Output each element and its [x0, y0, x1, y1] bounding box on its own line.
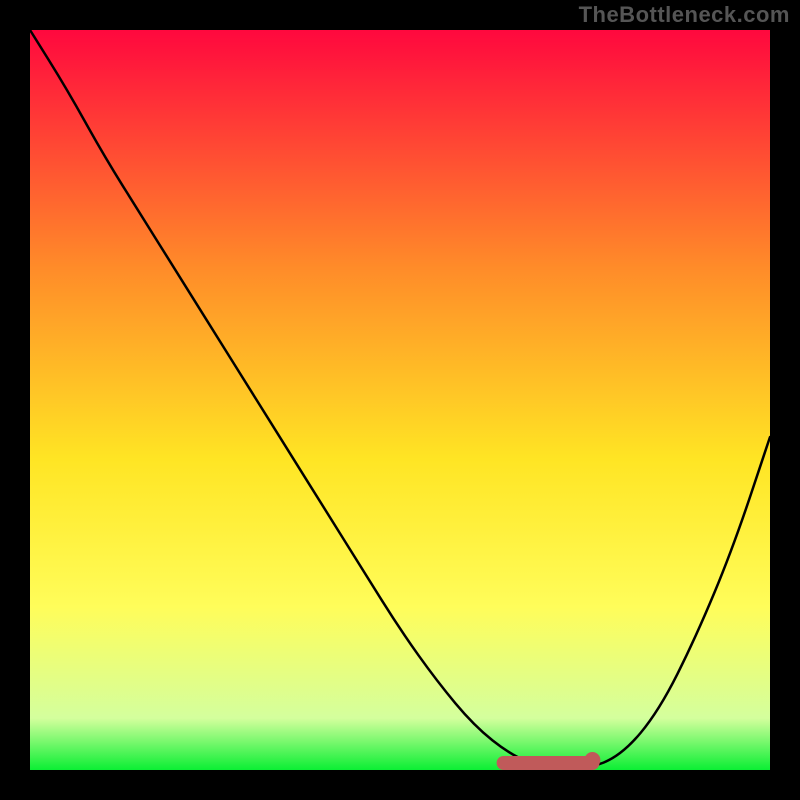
optimal-point-dot: [584, 752, 600, 768]
plot-background: [30, 30, 770, 770]
watermark-text: TheBottleneck.com: [579, 2, 790, 28]
chart-svg: [0, 0, 800, 800]
chart-frame: TheBottleneck.com: [0, 0, 800, 800]
